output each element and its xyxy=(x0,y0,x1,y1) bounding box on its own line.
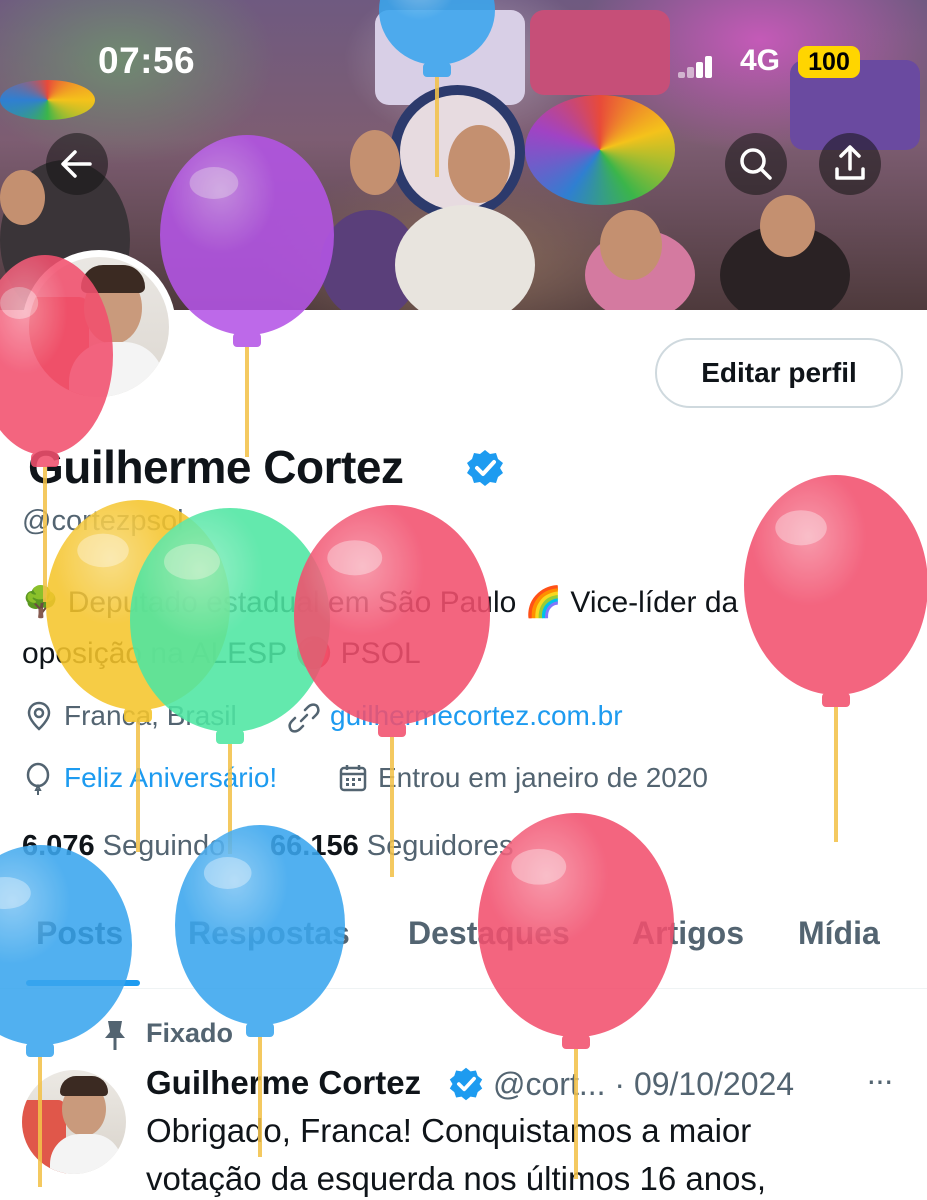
birthday-link[interactable]: Feliz Aniversário! xyxy=(64,762,277,794)
back-button[interactable] xyxy=(46,133,108,195)
post-author-handle-date: @cort... · 09/10/2024 xyxy=(493,1066,794,1103)
share-button[interactable] xyxy=(819,133,881,195)
status-time: 07:56 xyxy=(98,40,196,81)
post-text-line-2: votação da esquerda nos últimos 16 anos, xyxy=(146,1160,767,1197)
bio-line-1: 🌳 Deputado estadual em São Paulo 🌈 Vice-… xyxy=(22,586,739,619)
location-pin-icon xyxy=(27,701,51,731)
following-link[interactable]: 6.076 Seguindo xyxy=(22,830,225,863)
join-date: Entrou em janeiro de 2020 xyxy=(378,762,708,793)
link-icon xyxy=(288,703,320,733)
search-button[interactable] xyxy=(725,133,787,195)
tab-posts[interactable]: Posts xyxy=(36,915,123,952)
signal-strength-icon xyxy=(678,56,714,78)
post-author-handle: @cort... xyxy=(493,1066,606,1102)
balloon xyxy=(46,500,230,852)
tab-respostas[interactable]: Respostas xyxy=(188,915,350,952)
edit-profile-button[interactable]: Editar perfil xyxy=(655,338,903,408)
avatar-photo xyxy=(29,257,169,397)
share-icon xyxy=(835,145,865,180)
calendar-icon xyxy=(339,765,367,792)
arrow-left-icon xyxy=(61,150,92,178)
battery-indicator: 100 xyxy=(798,46,860,78)
followers-count: 66.156 xyxy=(270,830,359,862)
balloon-icon xyxy=(26,762,50,795)
search-icon xyxy=(740,148,772,180)
pinned-label: Fixado xyxy=(146,1018,234,1048)
followers-link[interactable]: 66.156 Seguidores xyxy=(270,830,513,863)
tabs-divider xyxy=(0,988,927,989)
post-verified-badge-icon xyxy=(449,1067,483,1101)
following-count: 6.076 xyxy=(22,830,95,862)
balloon xyxy=(294,505,490,877)
profile-website-link[interactable]: guilhermecortez.com.br xyxy=(330,700,623,732)
balloon xyxy=(130,508,330,854)
profile-location: Franca, Brasil xyxy=(64,700,237,731)
balloon xyxy=(744,475,927,842)
active-tab-indicator xyxy=(26,980,140,986)
tab-destaques[interactable]: Destaques xyxy=(408,915,570,952)
bio-line-2: oposição na ALESP 🔴 PSOL xyxy=(22,637,421,670)
profile-name: Guilherme Cortez xyxy=(28,441,404,493)
post-more-button[interactable]: ··· xyxy=(866,1062,894,1099)
pin-icon xyxy=(105,1021,125,1050)
tab-artigos[interactable]: Artigos xyxy=(632,915,744,952)
following-label: Seguindo xyxy=(102,830,226,862)
balloon xyxy=(175,825,345,1157)
post-author-avatar[interactable] xyxy=(22,1070,126,1174)
post-author-name[interactable]: Guilherme Cortez xyxy=(146,1064,421,1102)
tab-midia[interactable]: Mídia xyxy=(798,915,880,952)
post-text-line-1: Obrigado, Franca! Conquistamos a maior xyxy=(146,1112,752,1149)
followers-label: Seguidores xyxy=(366,830,514,862)
post-date: · 09/10/2024 xyxy=(614,1066,795,1102)
network-type: 4G xyxy=(740,44,781,77)
verified-badge-icon xyxy=(467,450,503,486)
profile-handle: @cortezpsol xyxy=(22,505,184,537)
